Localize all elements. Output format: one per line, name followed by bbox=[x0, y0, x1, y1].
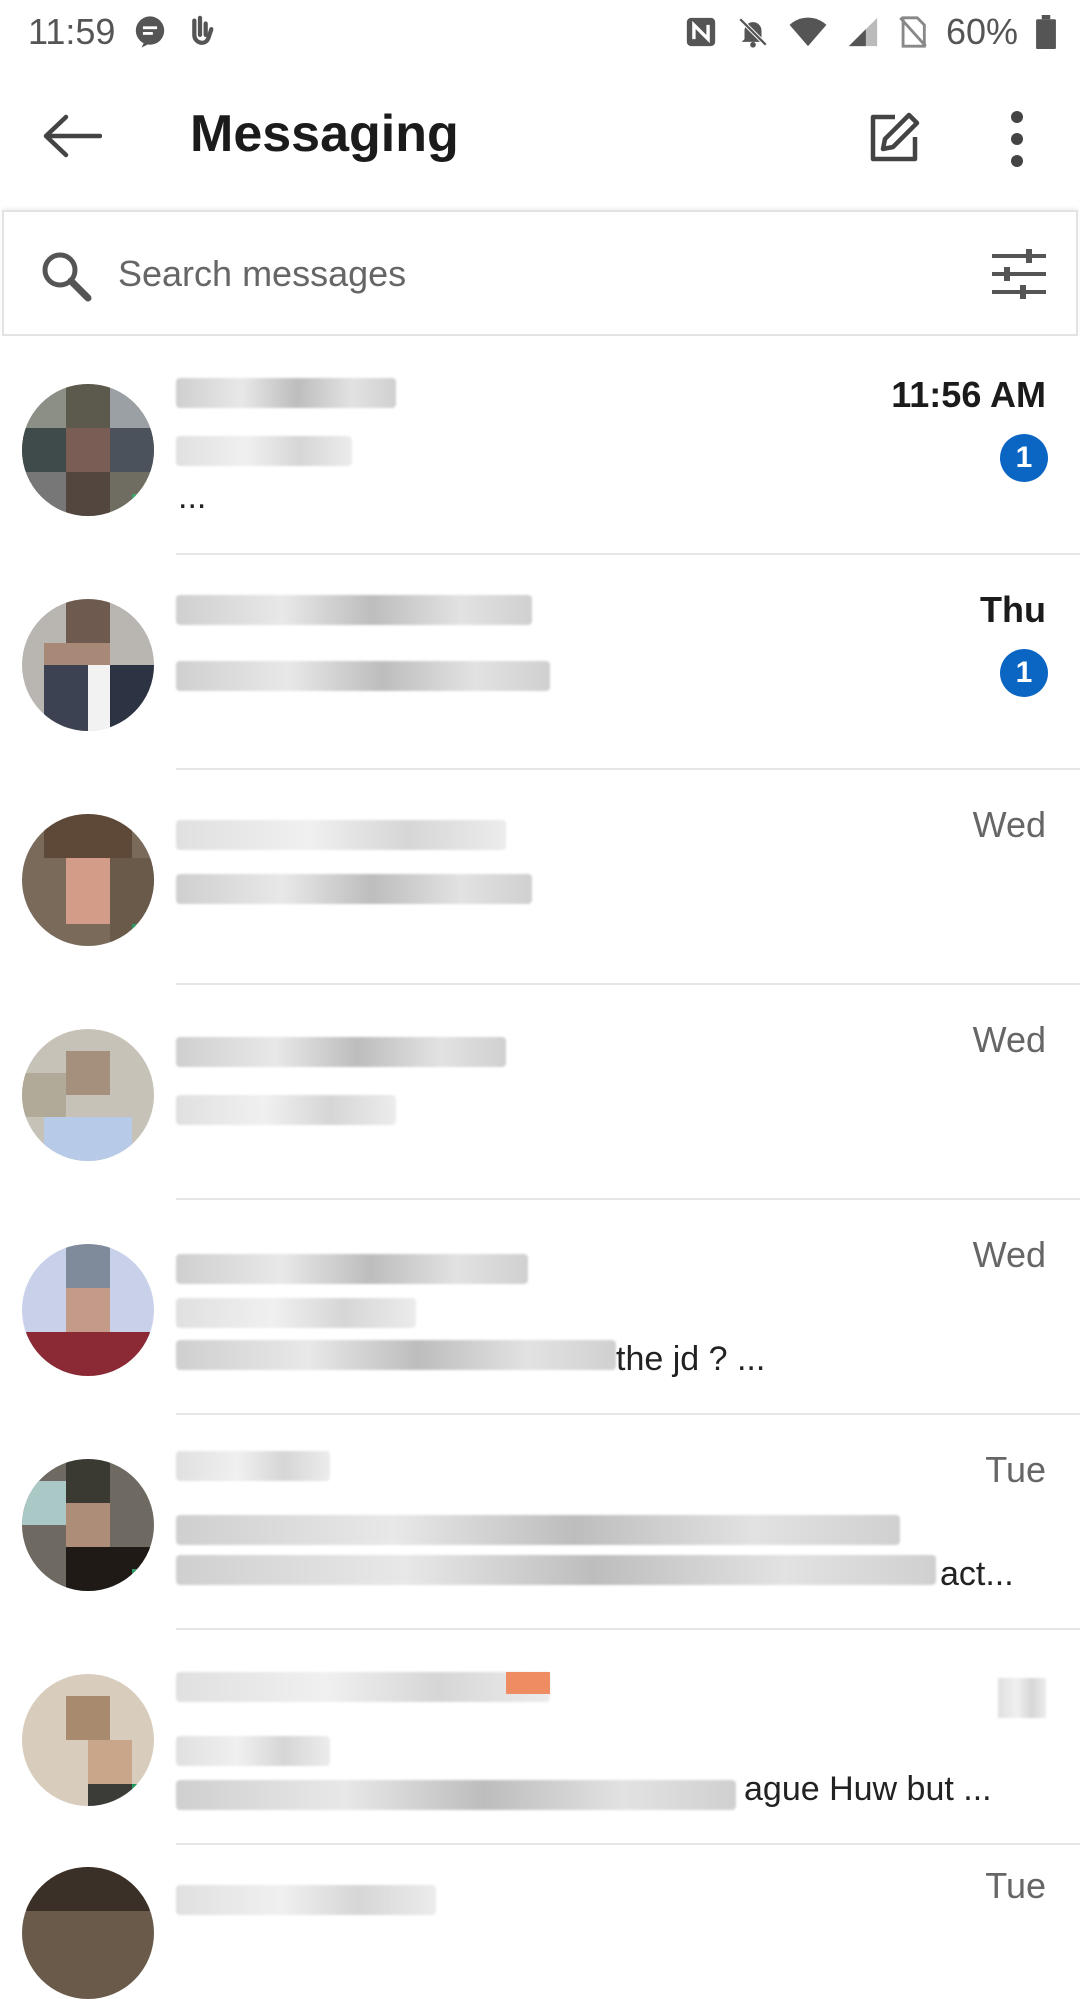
avatar bbox=[22, 599, 154, 731]
conversation-time bbox=[998, 1678, 1046, 1718]
search-icon bbox=[38, 248, 94, 309]
wifi-icon bbox=[788, 15, 828, 49]
conversation-item[interactable]: act... Tue bbox=[0, 1415, 1080, 1630]
conversation-item[interactable]: Tue bbox=[0, 1845, 1080, 1999]
message-preview bbox=[176, 661, 550, 691]
contact-name bbox=[176, 1885, 436, 1915]
compose-icon bbox=[870, 112, 920, 162]
avatar bbox=[22, 1867, 154, 1999]
arrow-left-icon bbox=[43, 114, 102, 158]
conversation-time: Wed bbox=[972, 1234, 1046, 1275]
avatar bbox=[22, 1244, 154, 1376]
app-bar: Messaging bbox=[0, 64, 1080, 210]
message-snippet: act... bbox=[940, 1555, 1014, 1593]
conversation-time: Wed bbox=[972, 1019, 1046, 1060]
chat-notification-icon bbox=[133, 15, 167, 49]
search-input[interactable] bbox=[116, 242, 820, 306]
conversation-item[interactable]: Wed bbox=[0, 770, 1080, 985]
bell-off-icon bbox=[736, 15, 770, 49]
contact-name bbox=[176, 820, 506, 850]
contact-name bbox=[176, 1037, 506, 1067]
message-preview bbox=[176, 1736, 330, 1766]
compose-button[interactable] bbox=[858, 104, 928, 174]
contact-name bbox=[176, 595, 532, 625]
avatar bbox=[22, 1459, 154, 1591]
status-bar: 11:59 60% bbox=[0, 0, 1080, 64]
conversation-time: Tue bbox=[985, 1449, 1046, 1490]
battery-icon bbox=[1036, 15, 1056, 49]
message-preview bbox=[176, 1095, 396, 1125]
message-preview bbox=[176, 1780, 736, 1810]
nfc-icon bbox=[684, 15, 718, 49]
message-preview bbox=[176, 1555, 936, 1585]
unread-badge: 1 bbox=[1000, 649, 1048, 697]
no-sim-icon bbox=[898, 15, 928, 49]
conversation-item[interactable]: Wed bbox=[0, 985, 1080, 1200]
message-preview bbox=[176, 874, 532, 904]
message-snippet: ... bbox=[178, 478, 207, 516]
more-options-button[interactable] bbox=[990, 104, 1044, 174]
contact-name bbox=[176, 1254, 528, 1284]
conversation-item[interactable]: ... 11:56 AM 1 bbox=[0, 340, 1080, 555]
conversation-time: Wed bbox=[972, 804, 1046, 845]
battery-percent: 60% bbox=[945, 11, 1018, 52]
message-preview bbox=[176, 1298, 416, 1328]
conversation-item[interactable]: Thu 1 bbox=[0, 555, 1080, 770]
hand-icon bbox=[185, 15, 215, 49]
message-snippet: ague Huw but ... bbox=[744, 1770, 992, 1808]
page-title: Messaging bbox=[190, 105, 459, 163]
filter-button[interactable] bbox=[990, 248, 1048, 300]
conversation-time: 11:56 AM bbox=[891, 374, 1046, 415]
message-preview bbox=[176, 1340, 616, 1370]
contact-name bbox=[176, 1451, 330, 1481]
message-preview bbox=[176, 1515, 900, 1545]
back-button[interactable] bbox=[36, 108, 108, 164]
contact-name bbox=[176, 1672, 550, 1702]
conversation-time: Thu bbox=[980, 589, 1046, 630]
emoji-thumbnail bbox=[506, 1672, 550, 1694]
search-bar bbox=[2, 210, 1078, 336]
avatar bbox=[22, 1029, 154, 1161]
unread-badge: 1 bbox=[1000, 434, 1048, 482]
conversation-item[interactable]: ague Huw but ... bbox=[0, 1630, 1080, 1845]
more-vert-icon bbox=[1011, 111, 1023, 167]
avatar bbox=[22, 384, 154, 516]
contact-name bbox=[176, 378, 396, 408]
message-preview bbox=[176, 436, 352, 466]
conversation-time: Tue bbox=[985, 1865, 1046, 1906]
avatar bbox=[22, 1674, 154, 1806]
conversation-item[interactable]: the jd ? ... Wed bbox=[0, 1200, 1080, 1415]
avatar bbox=[22, 814, 154, 946]
message-snippet: the jd ? ... bbox=[616, 1340, 766, 1378]
status-time: 11:59 bbox=[28, 11, 116, 52]
filter-icon bbox=[992, 249, 1046, 299]
cellular-icon bbox=[846, 15, 880, 49]
